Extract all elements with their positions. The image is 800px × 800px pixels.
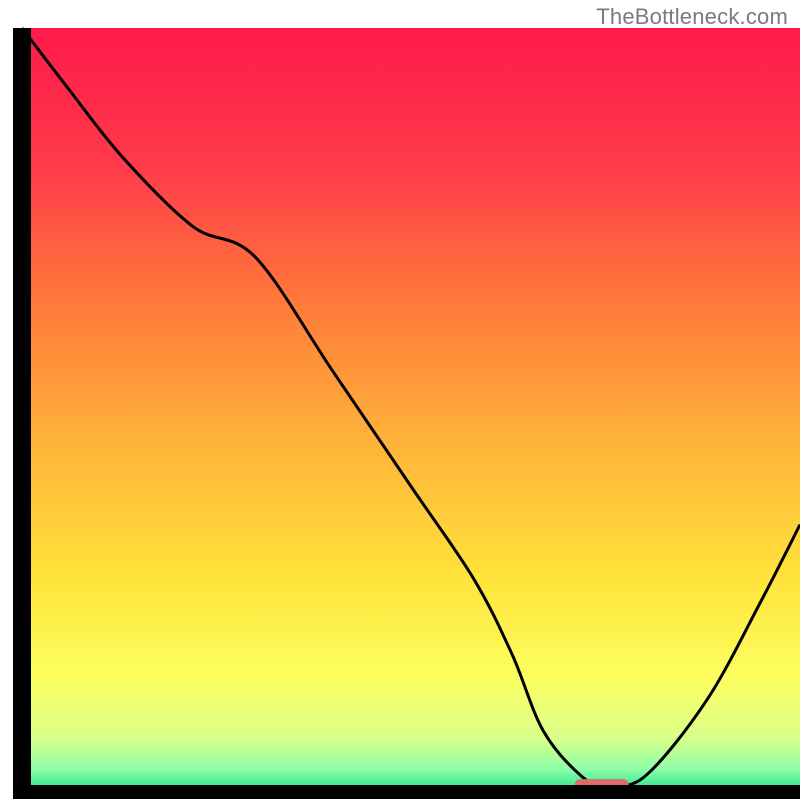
bottleneck-chart: [0, 0, 800, 800]
chart-container: TheBottleneck.com: [0, 0, 800, 800]
watermark-text: TheBottleneck.com: [596, 4, 788, 30]
chart-background-gradient: [22, 28, 800, 792]
